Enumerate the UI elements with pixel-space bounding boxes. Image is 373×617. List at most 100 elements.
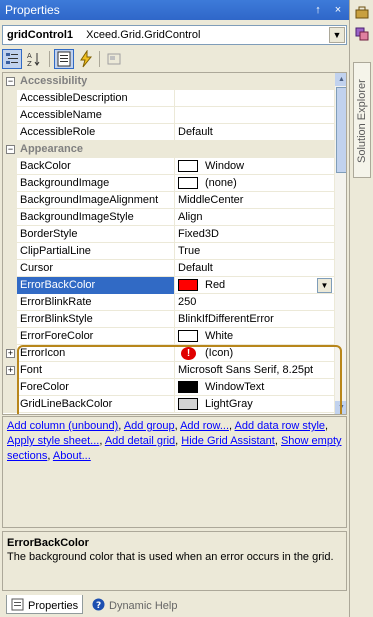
category-row[interactable]: − Accessibility (3, 73, 334, 90)
property-row[interactable]: ErrorForeColor White (3, 328, 334, 345)
property-row[interactable]: ErrorBackColor Red ▼ (3, 277, 334, 294)
alphabetical-button[interactable]: A Z (24, 49, 44, 69)
class-view-icon[interactable] (354, 26, 370, 42)
property-value[interactable]: BlinkIfDifferentError (175, 311, 334, 328)
expand-icon[interactable]: + (6, 349, 15, 358)
command-link[interactable]: Add data row style (235, 420, 326, 432)
property-value[interactable] (175, 107, 334, 124)
command-link[interactable]: Add detail grid (105, 435, 175, 447)
tab-dynamic-help[interactable]: ? Dynamic Help (88, 595, 181, 614)
row-gutter (3, 396, 17, 413)
link-separator: , (325, 420, 329, 432)
property-value-text: White (205, 330, 234, 342)
chevron-down-icon[interactable]: ▼ (317, 278, 332, 293)
row-gutter (3, 175, 17, 192)
categorized-button[interactable] (2, 49, 22, 69)
property-value[interactable]: (none) (175, 175, 334, 192)
property-value[interactable]: 250 (175, 294, 334, 311)
property-row[interactable]: AccessibleRole Default (3, 124, 334, 141)
property-row[interactable]: BackgroundImage (none) (3, 175, 334, 192)
row-gutter: + (3, 345, 17, 362)
property-value[interactable]: Window (175, 158, 334, 175)
property-value-text: 250 (178, 296, 197, 308)
property-name: ErrorIcon (17, 345, 175, 362)
tab-properties[interactable]: Properties (6, 595, 84, 614)
panel-title: Properties (5, 3, 60, 17)
property-value[interactable]: ! (Icon) (175, 345, 334, 362)
command-link[interactable]: Apply style sheet... (7, 435, 99, 447)
property-name: BackgroundImageAlignment (17, 192, 175, 209)
row-gutter (3, 277, 17, 294)
command-link[interactable]: About... (53, 450, 91, 462)
property-grid-scrollbar[interactable]: ▲ ▼ (334, 73, 346, 414)
toolbox-icon[interactable] (354, 4, 370, 20)
command-link[interactable]: Add row... (180, 420, 229, 432)
solution-explorer-tab[interactable]: Solution Explorer (353, 62, 371, 178)
row-gutter (3, 124, 17, 141)
property-row[interactable]: ErrorBlinkRate 250 (3, 294, 334, 311)
property-value[interactable] (175, 90, 334, 107)
expand-icon[interactable]: + (6, 366, 15, 375)
command-link[interactable]: Hide Grid Assistant (181, 435, 275, 447)
object-selector[interactable]: gridControl1 Xceed.Grid.GridControl ▼ (2, 25, 347, 45)
scroll-down-icon[interactable]: ▼ (335, 401, 346, 414)
property-row[interactable]: AccessibleDescription (3, 90, 334, 107)
property-pages-button[interactable] (104, 49, 124, 69)
categorized-icon (6, 53, 18, 64)
property-row[interactable]: BackColor Window (3, 158, 334, 175)
property-name: GridLineBackColor (17, 396, 175, 413)
property-name: AccessibleRole (17, 124, 175, 141)
description-pane: ErrorBackColor The background color that… (2, 531, 347, 591)
collapse-icon[interactable]: − (6, 145, 15, 154)
property-value[interactable]: WindowText (175, 379, 334, 396)
property-value[interactable]: Default (175, 124, 334, 141)
events-button[interactable] (76, 49, 96, 69)
property-row[interactable]: GridLineBackColor LightGray (3, 396, 334, 413)
property-row[interactable]: BackgroundImageStyle Align (3, 209, 334, 226)
error-icon: ! (181, 347, 196, 360)
row-gutter (3, 294, 17, 311)
property-value-text: Window (205, 160, 245, 172)
row-gutter (3, 158, 17, 175)
property-value[interactable]: MiddleCenter (175, 192, 334, 209)
help-icon: ? (92, 598, 105, 611)
property-name: ErrorBlinkRate (17, 294, 175, 311)
alphabetical-icon: A Z (27, 52, 40, 68)
category-row[interactable]: − Appearance (3, 141, 334, 158)
property-value[interactable]: Default (175, 260, 334, 277)
property-value[interactable]: Microsoft Sans Serif, 8.25pt (175, 362, 334, 379)
properties-view-button[interactable] (54, 49, 74, 69)
close-icon[interactable]: × (331, 3, 345, 17)
collapse-icon[interactable]: − (6, 77, 15, 86)
property-row[interactable]: ForeColor WindowText (3, 379, 334, 396)
property-row[interactable]: ErrorBlinkStyle BlinkIfDifferentError (3, 311, 334, 328)
property-name: AccessibleDescription (17, 90, 175, 107)
row-gutter (3, 311, 17, 328)
command-link[interactable]: Add group (124, 420, 175, 432)
color-swatch (178, 381, 198, 393)
property-value[interactable]: Align (175, 209, 334, 226)
pin-icon[interactable]: ↑ (311, 3, 325, 17)
property-row[interactable]: BorderStyle Fixed3D (3, 226, 334, 243)
property-row[interactable]: + ErrorIcon! (Icon) (3, 345, 334, 362)
scrollbar-thumb[interactable] (336, 87, 346, 173)
toolbar-separator (49, 51, 50, 67)
property-row[interactable]: + Font Microsoft Sans Serif, 8.25pt (3, 362, 334, 379)
command-link[interactable]: Add column (unbound) (7, 420, 118, 432)
property-row[interactable]: BackgroundImageAlignment MiddleCenter (3, 192, 334, 209)
property-row[interactable]: Cursor Default (3, 260, 334, 277)
property-value-text: Align (178, 211, 203, 223)
chevron-down-icon[interactable]: ▼ (329, 27, 345, 43)
property-value[interactable]: LightGray (175, 396, 334, 413)
property-value[interactable]: Red ▼ (175, 277, 334, 294)
property-row[interactable]: ClipPartialLine True (3, 243, 334, 260)
property-value[interactable]: Fixed3D (175, 226, 334, 243)
tab-properties-label: Properties (28, 600, 79, 612)
property-pages-icon (107, 53, 121, 65)
property-grid: − Accessibility AccessibleDescription Acces… (2, 72, 347, 415)
dock-strip: Solution Explorer (349, 0, 373, 617)
property-value[interactable]: True (175, 243, 334, 260)
scroll-up-icon[interactable]: ▲ (335, 73, 346, 86)
property-value[interactable]: White (175, 328, 334, 345)
property-row[interactable]: AccessibleName (3, 107, 334, 124)
